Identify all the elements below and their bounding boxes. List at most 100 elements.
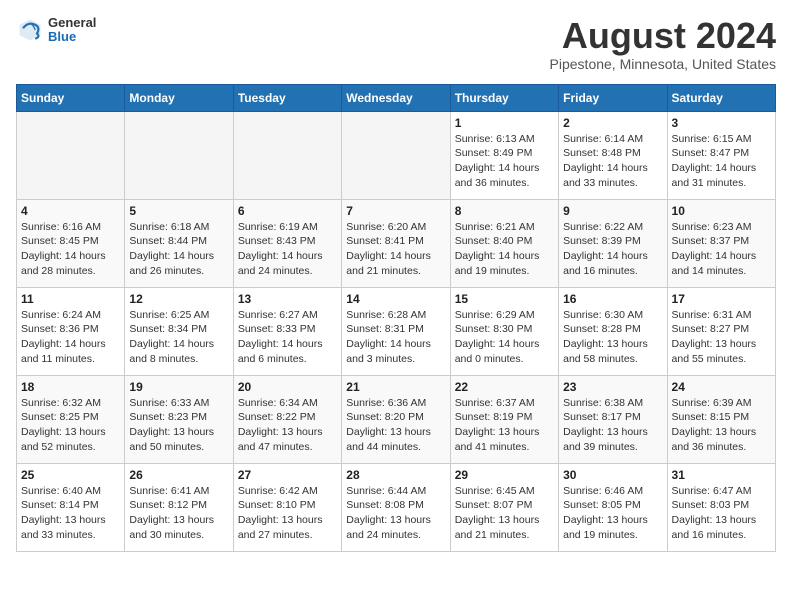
day-info: Sunrise: 6:32 AM Sunset: 8:25 PM Dayligh…: [21, 396, 120, 455]
calendar-header-wednesday: Wednesday: [342, 84, 450, 111]
calendar-week-row: 4 Sunrise: 6:16 AM Sunset: 8:45 PM Daylig…: [17, 199, 776, 287]
day-info: Sunrise: 6:47 AM Sunset: 8:03 PM Dayligh…: [672, 484, 771, 543]
calendar-day-cell: 17Sunrise: 6:31 AM Sunset: 8:27 PM Dayli…: [667, 287, 775, 375]
calendar-day-cell: 29 Sunrise: 6:45 AM Sunset: 8:07 PM Dayli…: [450, 463, 558, 551]
day-info: Sunrise: 6:14 AM Sunset: 8:48 PM Dayligh…: [563, 132, 662, 191]
day-number: 24: [672, 380, 771, 394]
day-number: 27: [238, 468, 337, 482]
calendar-week-row: 25Sunrise: 6:40 AM Sunset: 8:14 PM Dayli…: [17, 463, 776, 551]
calendar-day-cell: 12 Sunrise: 6:25 AM Sunset: 8:34 PM Dayli…: [125, 287, 233, 375]
day-info: Sunrise: 6:22 AM Sunset: 8:39 PM Dayligh…: [563, 220, 662, 279]
day-info: Sunrise: 6:27 AM Sunset: 8:33 PM Dayligh…: [238, 308, 337, 367]
day-number: 13: [238, 292, 337, 306]
day-number: 8: [455, 204, 554, 218]
day-info: Sunrise: 6:44 AM Sunset: 8:08 PM Dayligh…: [346, 484, 445, 543]
calendar-day-cell: [17, 111, 125, 199]
calendar-day-cell: 1 Sunrise: 6:13 AM Sunset: 8:49 PM Daylig…: [450, 111, 558, 199]
calendar-day-cell: 14 Sunrise: 6:28 AM Sunset: 8:31 PM Dayli…: [342, 287, 450, 375]
calendar-day-cell: 6 Sunrise: 6:19 AM Sunset: 8:43 PM Daylig…: [233, 199, 341, 287]
day-info: Sunrise: 6:34 AM Sunset: 8:22 PM Dayligh…: [238, 396, 337, 455]
day-info: Sunrise: 6:29 AM Sunset: 8:30 PM Dayligh…: [455, 308, 554, 367]
calendar-table: SundayMondayTuesdayWednesdayThursdayFrid…: [16, 84, 776, 552]
calendar-day-cell: 2 Sunrise: 6:14 AM Sunset: 8:48 PM Daylig…: [559, 111, 667, 199]
day-info: Sunrise: 6:24 AM Sunset: 8:36 PM Dayligh…: [21, 308, 120, 367]
calendar-day-cell: 16 Sunrise: 6:30 AM Sunset: 8:28 PM Dayli…: [559, 287, 667, 375]
day-info: Sunrise: 6:39 AM Sunset: 8:15 PM Dayligh…: [672, 396, 771, 455]
calendar-day-cell: 11 Sunrise: 6:24 AM Sunset: 8:36 PM Dayli…: [17, 287, 125, 375]
day-number: 9: [563, 204, 662, 218]
calendar-day-cell: 20 Sunrise: 6:34 AM Sunset: 8:22 PM Dayli…: [233, 375, 341, 463]
logo-text: General Blue: [48, 16, 96, 45]
day-number: 11: [21, 292, 120, 306]
day-number: 16: [563, 292, 662, 306]
day-number: 12: [129, 292, 228, 306]
day-info: Sunrise: 6:19 AM Sunset: 8:43 PM Dayligh…: [238, 220, 337, 279]
day-info: Sunrise: 6:20 AM Sunset: 8:41 PM Dayligh…: [346, 220, 445, 279]
calendar-day-cell: 24 Sunrise: 6:39 AM Sunset: 8:15 PM Dayli…: [667, 375, 775, 463]
calendar-day-cell: 9 Sunrise: 6:22 AM Sunset: 8:39 PM Daylig…: [559, 199, 667, 287]
calendar-header-saturday: Saturday: [667, 84, 775, 111]
day-number: 14: [346, 292, 445, 306]
day-number: 20: [238, 380, 337, 394]
day-number: 2: [563, 116, 662, 130]
day-info: Sunrise: 6:36 AM Sunset: 8:20 PM Dayligh…: [346, 396, 445, 455]
day-info: Sunrise: 6:15 AM Sunset: 8:47 PM Dayligh…: [672, 132, 771, 191]
calendar-week-row: 18Sunrise: 6:32 AM Sunset: 8:25 PM Dayli…: [17, 375, 776, 463]
page-header: General Blue August 2024 Pipestone, Minn…: [16, 16, 776, 72]
day-info: Sunrise: 6:28 AM Sunset: 8:31 PM Dayligh…: [346, 308, 445, 367]
day-number: 7: [346, 204, 445, 218]
day-number: 25: [21, 468, 120, 482]
day-number: 10: [672, 204, 771, 218]
day-number: 4: [21, 204, 120, 218]
calendar-day-cell: 4 Sunrise: 6:16 AM Sunset: 8:45 PM Daylig…: [17, 199, 125, 287]
calendar-day-cell: [233, 111, 341, 199]
calendar-day-cell: 7 Sunrise: 6:20 AM Sunset: 8:41 PM Daylig…: [342, 199, 450, 287]
day-number: 22: [455, 380, 554, 394]
location-text: Pipestone, Minnesota, United States: [550, 56, 776, 72]
day-number: 3: [672, 116, 771, 130]
day-info: Sunrise: 6:38 AM Sunset: 8:17 PM Dayligh…: [563, 396, 662, 455]
day-number: 1: [455, 116, 554, 130]
calendar-day-cell: 15 Sunrise: 6:29 AM Sunset: 8:30 PM Dayli…: [450, 287, 558, 375]
logo-icon: [16, 16, 44, 44]
calendar-day-cell: 28 Sunrise: 6:44 AM Sunset: 8:08 PM Dayli…: [342, 463, 450, 551]
calendar-day-cell: 25Sunrise: 6:40 AM Sunset: 8:14 PM Dayli…: [17, 463, 125, 551]
day-number: 29: [455, 468, 554, 482]
calendar-day-cell: 10Sunrise: 6:23 AM Sunset: 8:37 PM Dayli…: [667, 199, 775, 287]
calendar-day-cell: [342, 111, 450, 199]
day-info: Sunrise: 6:13 AM Sunset: 8:49 PM Dayligh…: [455, 132, 554, 191]
calendar-day-cell: 8 Sunrise: 6:21 AM Sunset: 8:40 PM Daylig…: [450, 199, 558, 287]
logo-general-text: General: [48, 16, 96, 30]
calendar-week-row: 11 Sunrise: 6:24 AM Sunset: 8:36 PM Dayli…: [17, 287, 776, 375]
day-info: Sunrise: 6:16 AM Sunset: 8:45 PM Dayligh…: [21, 220, 120, 279]
calendar-day-cell: 30Sunrise: 6:46 AM Sunset: 8:05 PM Dayli…: [559, 463, 667, 551]
day-number: 21: [346, 380, 445, 394]
calendar-day-cell: 13 Sunrise: 6:27 AM Sunset: 8:33 PM Dayli…: [233, 287, 341, 375]
calendar-header-monday: Monday: [125, 84, 233, 111]
day-number: 5: [129, 204, 228, 218]
calendar-header-sunday: Sunday: [17, 84, 125, 111]
logo-blue-text: Blue: [48, 30, 96, 44]
day-info: Sunrise: 6:31 AM Sunset: 8:27 PM Dayligh…: [672, 308, 771, 367]
day-number: 6: [238, 204, 337, 218]
day-number: 15: [455, 292, 554, 306]
day-number: 26: [129, 468, 228, 482]
day-info: Sunrise: 6:30 AM Sunset: 8:28 PM Dayligh…: [563, 308, 662, 367]
calendar-day-cell: 31 Sunrise: 6:47 AM Sunset: 8:03 PM Dayli…: [667, 463, 775, 551]
day-info: Sunrise: 6:18 AM Sunset: 8:44 PM Dayligh…: [129, 220, 228, 279]
title-block: August 2024 Pipestone, Minnesota, United…: [550, 16, 776, 72]
calendar-day-cell: 21 Sunrise: 6:36 AM Sunset: 8:20 PM Dayli…: [342, 375, 450, 463]
calendar-header-thursday: Thursday: [450, 84, 558, 111]
calendar-day-cell: 3 Sunrise: 6:15 AM Sunset: 8:47 PM Daylig…: [667, 111, 775, 199]
logo: General Blue: [16, 16, 96, 45]
calendar-day-cell: 22Sunrise: 6:37 AM Sunset: 8:19 PM Dayli…: [450, 375, 558, 463]
calendar-day-cell: [125, 111, 233, 199]
day-number: 31: [672, 468, 771, 482]
day-info: Sunrise: 6:45 AM Sunset: 8:07 PM Dayligh…: [455, 484, 554, 543]
day-info: Sunrise: 6:25 AM Sunset: 8:34 PM Dayligh…: [129, 308, 228, 367]
day-info: Sunrise: 6:21 AM Sunset: 8:40 PM Dayligh…: [455, 220, 554, 279]
day-number: 28: [346, 468, 445, 482]
calendar-day-cell: 18Sunrise: 6:32 AM Sunset: 8:25 PM Dayli…: [17, 375, 125, 463]
calendar-header-tuesday: Tuesday: [233, 84, 341, 111]
calendar-day-cell: 26Sunrise: 6:41 AM Sunset: 8:12 PM Dayli…: [125, 463, 233, 551]
